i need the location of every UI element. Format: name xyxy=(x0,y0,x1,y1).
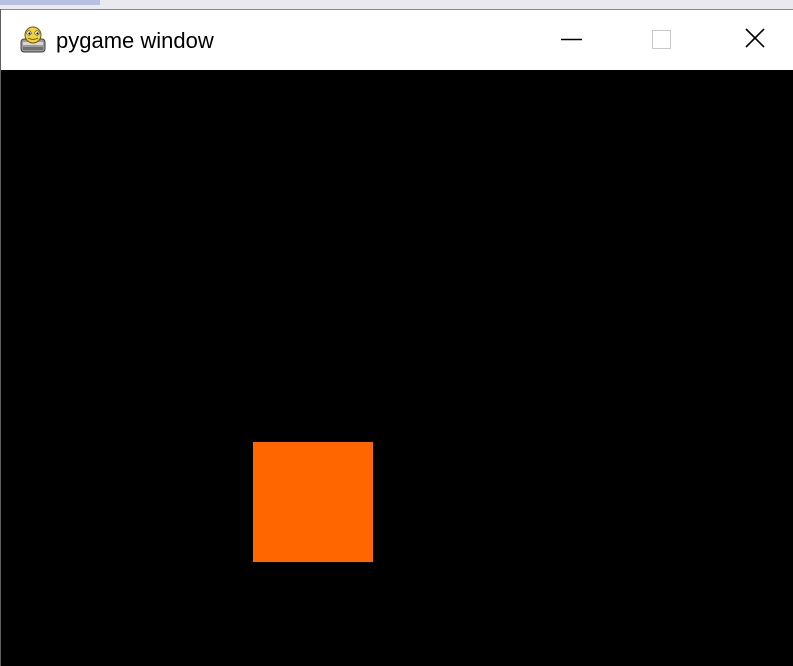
background-window-strip xyxy=(0,0,793,9)
window-title: pygame window xyxy=(56,28,214,53)
game-canvas[interactable] xyxy=(1,70,793,666)
close-button[interactable] xyxy=(701,10,793,70)
title-bar[interactable]: pygame window xyxy=(1,9,793,70)
pygame-window: pygame window xyxy=(0,9,793,666)
minimize-icon xyxy=(561,38,582,41)
background-tab xyxy=(0,0,100,5)
maximize-icon xyxy=(652,30,671,49)
minimize-button[interactable] xyxy=(525,10,617,70)
pygame-snake-icon[interactable] xyxy=(18,25,48,55)
close-icon xyxy=(745,28,765,48)
orange-square xyxy=(253,442,373,562)
maximize-button[interactable] xyxy=(616,10,708,70)
